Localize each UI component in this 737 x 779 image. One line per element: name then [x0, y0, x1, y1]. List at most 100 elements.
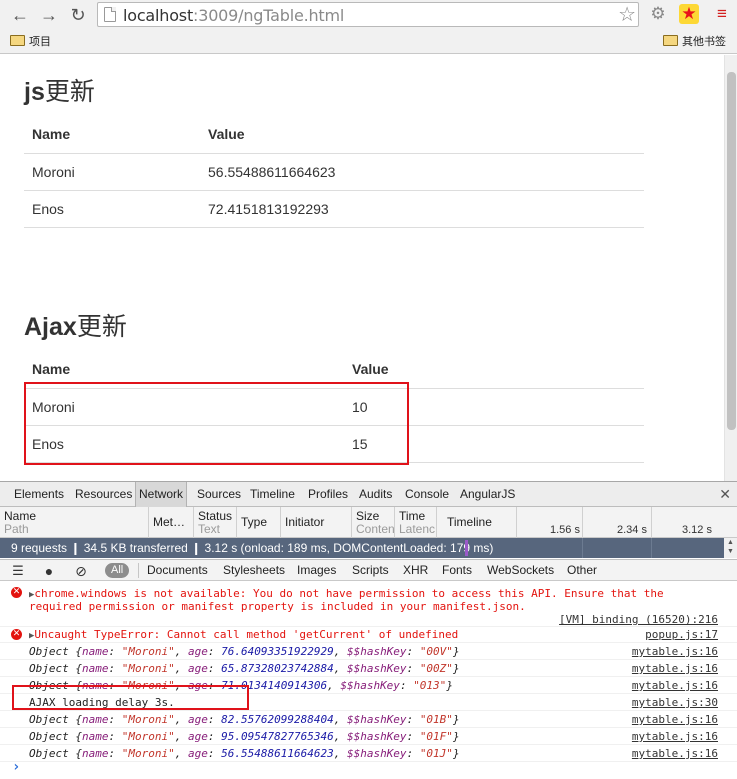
object-hashkey: "01B" [419, 713, 453, 726]
tab-timeline[interactable]: Timeline [247, 482, 298, 507]
filter-xhr[interactable]: XHR [403, 560, 428, 581]
tab-resources[interactable]: Resources [72, 482, 135, 507]
error-icon: ✕ [11, 587, 22, 598]
extension-star-icon[interactable]: ★ [679, 4, 699, 24]
console-error-message: ✕ ▶Uncaught TypeError: Cannot call metho… [0, 626, 737, 643]
source-link[interactable]: mytable.js:16 [632, 645, 718, 658]
log-object: Object {name: "Moroni", age: 95.09547827… [29, 730, 460, 743]
source-link[interactable]: mytable.js:16 [632, 747, 718, 760]
error-text-line2: required permission or manifest property… [29, 600, 526, 613]
forward-arrow-icon[interactable]: → [37, 3, 61, 27]
address-bar[interactable]: localhost:3009/ngTable.html ☆ [97, 2, 639, 27]
filter-separator [138, 563, 139, 578]
back-arrow-icon[interactable]: ← [8, 3, 32, 27]
object-age: 82.55762099288404 [221, 713, 334, 726]
object-age: 56.55488611664623 [221, 747, 334, 760]
object-age: 95.09547827765346 [221, 730, 334, 743]
filter-websockets[interactable]: WebSockets [487, 560, 554, 581]
timeline-gridline [582, 538, 583, 558]
page-icon [104, 7, 116, 22]
bookmark-folder-projects[interactable]: 项目 [10, 34, 51, 50]
column-label: Type [241, 515, 268, 529]
error-text-line: ▶Uncaught TypeError: Cannot call method … [29, 628, 459, 641]
menu-icon[interactable]: ≡ [711, 3, 733, 25]
column-timeline[interactable]: Timeline 1.56 s 2.34 s 3.12 s [437, 507, 737, 538]
console-log-entry[interactable]: Object {name: "Moroni", age: 82.55762099… [0, 711, 737, 728]
console-log-entry[interactable]: Object {name: "Moroni", age: 95.09547827… [0, 728, 737, 745]
object-label: Object [29, 662, 69, 675]
bookmark-label: 项目 [29, 35, 51, 48]
error-icon: ✕ [11, 629, 22, 640]
filter-other[interactable]: Other [567, 560, 597, 581]
tab-angularjs[interactable]: AngularJS [457, 482, 518, 507]
settings-gear-icon[interactable]: ⚙ [647, 3, 669, 25]
js-table: Name Value Moroni 56.55488611664623 Enos… [24, 115, 644, 228]
tab-sources[interactable]: Sources [194, 482, 244, 507]
error-text: Uncaught TypeError: Cannot call method '… [34, 628, 459, 641]
console-log-entry[interactable]: Object {name: "Moroni", age: 76.64093351… [0, 643, 737, 660]
source-link[interactable]: mytable.js:16 [632, 679, 718, 692]
cell-name: Moroni [24, 153, 200, 191]
object-age: 76.64093351922929 [221, 645, 334, 658]
reload-icon[interactable]: ↻ [66, 3, 90, 27]
column-header-value[interactable]: Value [200, 115, 644, 154]
url-text[interactable]: localhost:3009/ngTable.html [123, 6, 344, 25]
page-viewport: js更新 Name Value Moroni 56.55488611664623… [0, 55, 724, 481]
source-link[interactable]: [VM] binding (16520):216 [559, 613, 718, 626]
column-name[interactable]: Name Path [0, 507, 149, 538]
console-log-entry[interactable]: Object {name: "Moroni", age: 56.55488611… [0, 745, 737, 762]
close-devtools-icon[interactable]: ✕ [719, 482, 731, 507]
source-link[interactable]: popup.js:17 [645, 628, 718, 641]
bookmark-folder-other[interactable]: 其他书签 [663, 34, 726, 50]
column-label: Name [4, 509, 37, 523]
tab-profiles[interactable]: Profiles [305, 482, 351, 507]
column-header-name[interactable]: Name [24, 115, 200, 154]
tab-network[interactable]: Network [135, 482, 188, 507]
column-type[interactable]: Type [237, 507, 281, 538]
section-title-js: js更新 [24, 72, 95, 108]
source-link[interactable]: mytable.js:16 [632, 713, 718, 726]
summary-scroll-arrows[interactable]: ▲ ▼ [724, 538, 737, 558]
console-log-entry[interactable]: Object {name: "Moroni", age: 65.87328023… [0, 660, 737, 677]
column-label: Time [399, 509, 426, 523]
filter-all-button[interactable]: All [105, 563, 130, 578]
title-cjk: 更新 [44, 77, 95, 106]
clear-console-icon[interactable]: ⊘ [73, 563, 89, 579]
bookmark-label: 其他书签 [682, 35, 726, 48]
tab-audits[interactable]: Audits [356, 482, 395, 507]
object-hashkey: "00V" [419, 645, 453, 658]
tab-elements[interactable]: Elements [11, 482, 67, 507]
cell-value: 72.4151813192293 [200, 190, 644, 228]
object-hashkey: "00Z" [419, 662, 453, 675]
filter-images[interactable]: Images [297, 560, 336, 581]
column-initiator[interactable]: Initiator [281, 507, 352, 538]
column-time[interactable]: Time Latenc [395, 507, 437, 538]
column-sublabel: Latenc [399, 522, 436, 536]
source-link[interactable]: mytable.js:16 [632, 730, 718, 743]
source-link[interactable]: mytable.js:30 [632, 696, 718, 709]
source-link[interactable]: mytable.js:16 [632, 662, 718, 675]
log-object: Object {name: "Moroni", age: 82.55762099… [29, 713, 460, 726]
tab-console[interactable]: Console [402, 482, 452, 507]
filter-documents[interactable]: Documents [147, 560, 208, 581]
timeline-tick: 2.34 s [617, 524, 647, 536]
filter-fonts[interactable]: Fonts [442, 560, 472, 581]
object-label: Object [29, 730, 69, 743]
column-label: Met… [153, 515, 186, 529]
page-scrollbar[interactable] [724, 55, 737, 481]
column-sublabel: Conten [356, 522, 395, 536]
timeline-tick: 1.56 s [550, 524, 580, 536]
object-age: 65.87328023742884 [221, 662, 334, 675]
record-icon[interactable]: ● [41, 563, 57, 579]
object-label: Object [29, 713, 69, 726]
filter-scripts[interactable]: Scripts [352, 560, 389, 581]
column-status[interactable]: Status Text [194, 507, 237, 538]
column-size[interactable]: Size Conten [352, 507, 395, 538]
bookmark-star-icon[interactable]: ☆ [618, 2, 636, 27]
console-prompt[interactable]: › [12, 759, 20, 775]
cell-name: Enos [24, 190, 200, 228]
scrollbar-thumb[interactable] [727, 72, 736, 430]
drawer-list-icon[interactable]: ☰ [10, 563, 26, 579]
column-method[interactable]: Met… [149, 507, 194, 538]
filter-stylesheets[interactable]: Stylesheets [223, 560, 285, 581]
